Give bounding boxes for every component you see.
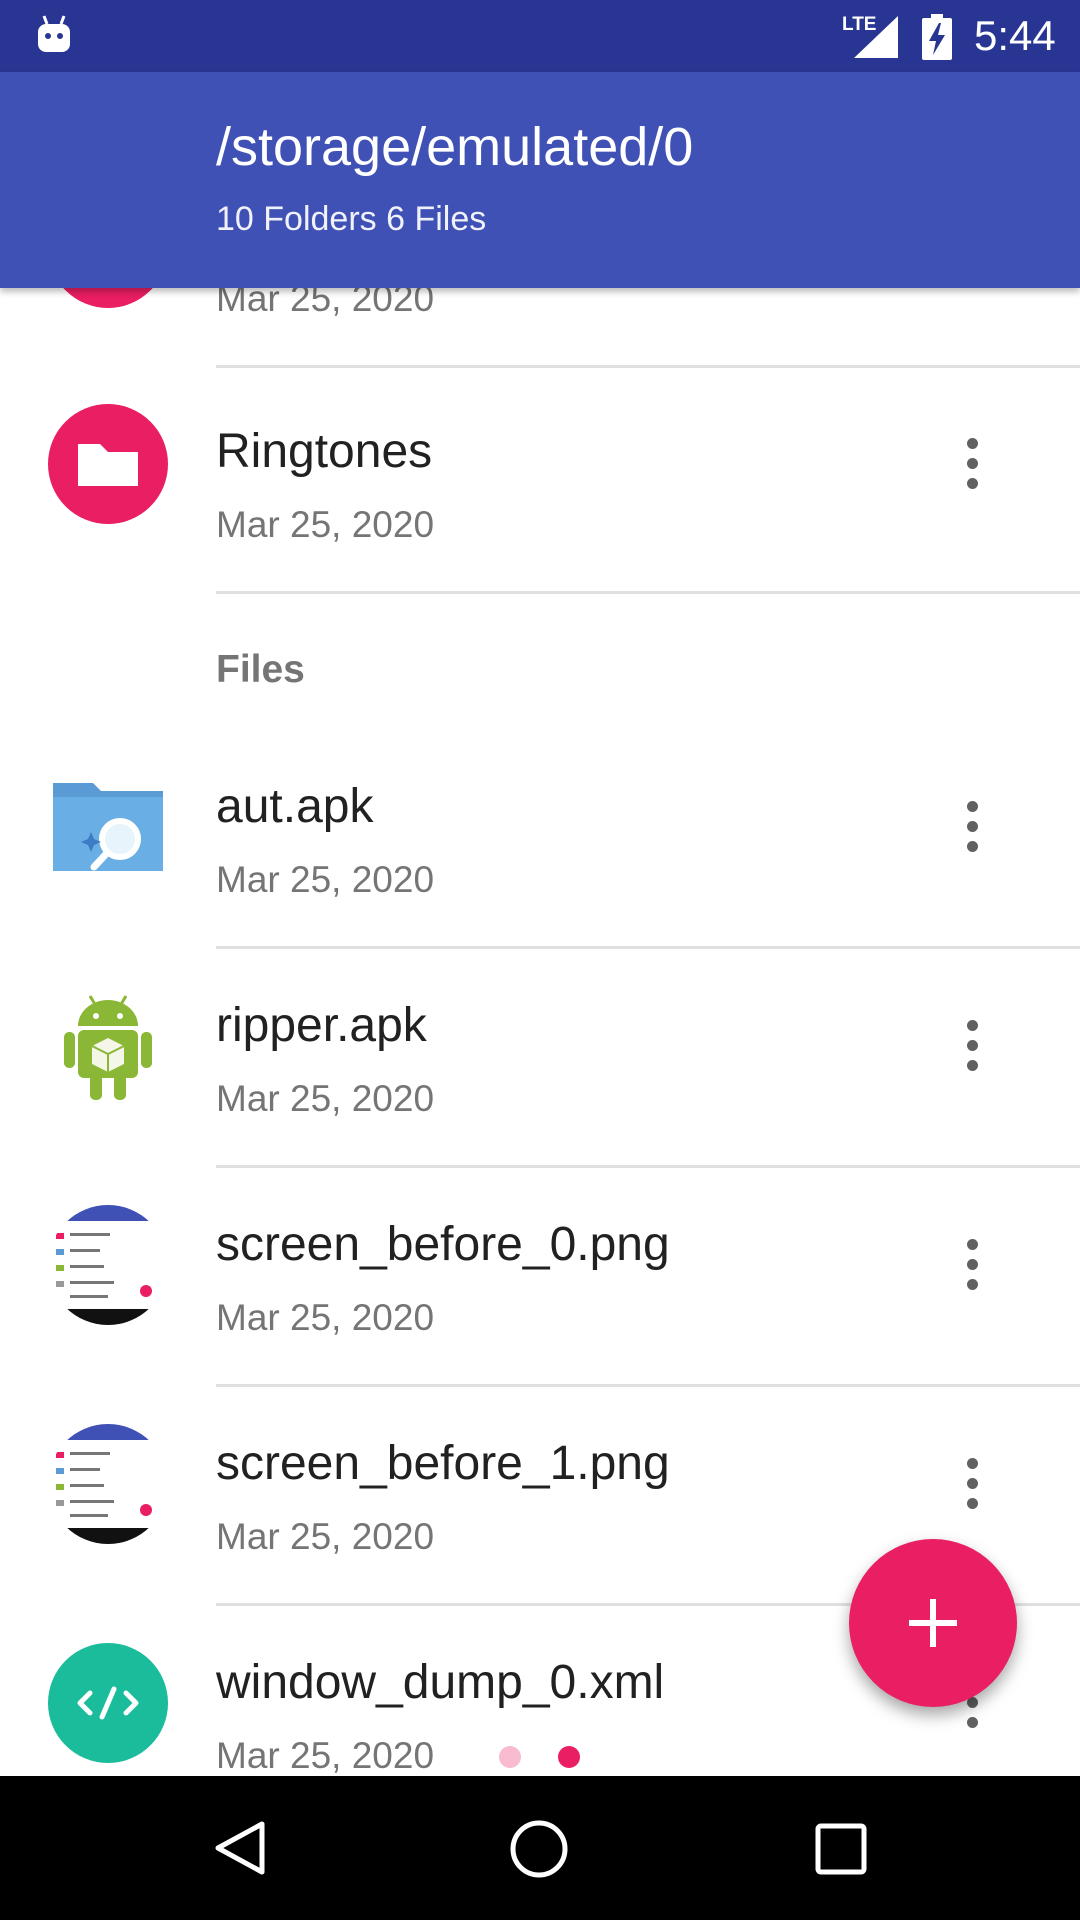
item-name: aut.apk: [216, 780, 374, 833]
android-debug-icon: [38, 15, 70, 52]
add-fab-button[interactable]: [849, 1539, 1017, 1707]
recents-icon[interactable]: [814, 1822, 868, 1876]
app-bar: /storage/emulated/0 10 Folders 6 Files: [0, 72, 1080, 288]
item-date: Mar 25, 2020: [216, 1078, 435, 1119]
folder-file-count: 10 Folders 6 Files: [216, 200, 487, 238]
image-thumbnail: [48, 1205, 168, 1325]
more-options-button[interactable]: [952, 1454, 992, 1514]
code-glyph-icon: [77, 1686, 139, 1720]
more-options-button[interactable]: [952, 797, 992, 857]
back-icon[interactable]: [210, 1818, 270, 1878]
navigation-bar: [0, 1776, 1080, 1920]
list-item-file[interactable]: aut.apk Mar 25, 2020: [0, 729, 1080, 949]
item-date: Mar 25, 2020: [216, 504, 435, 545]
more-options-button[interactable]: [952, 1016, 992, 1076]
files-section-header: Files: [216, 648, 305, 691]
item-date: Mar 25, 2020: [216, 1516, 435, 1557]
more-options-button[interactable]: [952, 434, 992, 494]
item-name: ripper.apk: [216, 999, 427, 1052]
divider: [216, 591, 1080, 594]
battery-charging-icon: [922, 14, 952, 60]
folder-glyph-icon: [78, 444, 138, 486]
list-item-file[interactable]: screen_before_0.png Mar 25, 2020: [0, 1167, 1080, 1387]
file-search-icon: [53, 783, 163, 871]
page-indicator-dot-active: [558, 1746, 580, 1768]
item-date: Mar 25, 2020: [216, 1735, 435, 1776]
list-item-folder[interactable]: Mar 25, 2020: [0, 288, 1080, 368]
item-date: Mar 25, 2020: [216, 288, 435, 319]
item-name: screen_before_1.png: [216, 1437, 670, 1490]
folder-icon: [48, 404, 168, 524]
signal-icon: [854, 16, 898, 58]
item-date: Mar 25, 2020: [216, 1297, 435, 1338]
current-path-title: /storage/emulated/0: [216, 117, 694, 177]
more-options-button[interactable]: [952, 1235, 992, 1295]
code-icon: [48, 1643, 168, 1763]
item-name: window_dump_0.xml: [216, 1656, 665, 1709]
clock: 5:44: [974, 12, 1056, 59]
folder-icon: [48, 288, 168, 308]
image-thumbnail: [48, 1424, 168, 1544]
item-name: screen_before_0.png: [216, 1218, 670, 1271]
list-item-file[interactable]: ripper.apk Mar 25, 2020: [0, 948, 1080, 1168]
item-date: Mar 25, 2020: [216, 859, 435, 900]
home-icon[interactable]: [508, 1818, 570, 1880]
android-package-icon: [64, 995, 152, 1100]
status-bar: LTE 5:44: [0, 0, 1080, 72]
page-indicator-dot: [499, 1746, 521, 1768]
item-name: Ringtones: [216, 425, 433, 478]
list-item-folder[interactable]: Ringtones Mar 25, 2020: [0, 366, 1080, 594]
